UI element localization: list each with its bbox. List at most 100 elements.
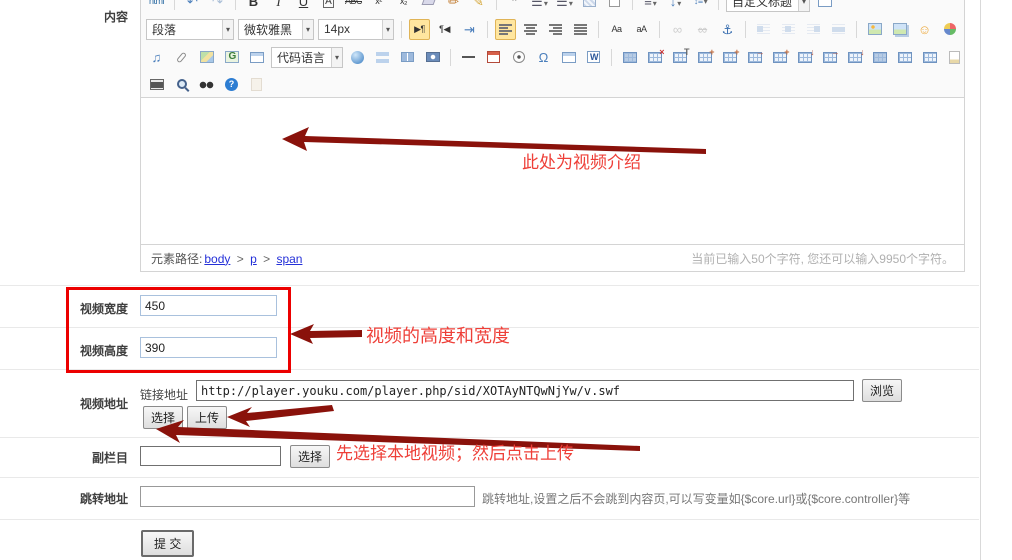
upload-video-button[interactable]: 上传 — [187, 406, 227, 429]
video-url-input[interactable] — [196, 380, 854, 401]
redirect-input[interactable] — [140, 486, 475, 507]
italic-icon-button[interactable]: I — [268, 0, 289, 12]
split-rows-icon-button[interactable] — [894, 47, 915, 68]
paragraph-align-icon-button[interactable]: ≡ — [640, 0, 661, 12]
blockquote-icon-button[interactable]: ” — [504, 0, 525, 12]
delete-column-icon-button[interactable] — [794, 47, 815, 68]
horizontal-rule-icon-button[interactable] — [458, 47, 479, 68]
google-map-icon-button[interactable] — [221, 47, 242, 68]
background-color-icon-button[interactable] — [579, 0, 600, 12]
simple-upload-icon-button[interactable] — [347, 47, 368, 68]
undo-icon-button[interactable]: ↶ — [182, 0, 203, 12]
special-char-icon-button[interactable]: Ω — [533, 47, 554, 68]
word-image-icon-button[interactable] — [583, 47, 604, 68]
video-width-input[interactable] — [140, 295, 277, 316]
select-video-button[interactable]: 选择 — [143, 406, 183, 429]
font-family-select[interactable]: 微软雅黑▾ — [238, 19, 314, 40]
delete-table-icon-button[interactable] — [644, 47, 665, 68]
select-column-button[interactable]: 选择 — [290, 445, 330, 468]
simple-upload-icon — [351, 51, 364, 64]
insert-row-icon — [723, 52, 737, 63]
sub-column-input[interactable] — [140, 446, 281, 466]
anchor-icon-button[interactable]: ⚓ — [717, 19, 738, 40]
preview-icon-button[interactable] — [171, 74, 192, 95]
dropdown-caret-icon[interactable]: ▾ — [222, 20, 233, 39]
ltr-paragraph-icon-button[interactable]: ▶¶ — [409, 19, 430, 40]
font-border-icon-button[interactable]: A — [318, 0, 339, 12]
snapshot-icon-button[interactable] — [422, 47, 443, 68]
table-caption-icon-button[interactable] — [669, 47, 690, 68]
align-left-icon-button[interactable] — [495, 19, 516, 40]
lowercase-icon-button[interactable]: aA — [631, 19, 652, 40]
path-link-span[interactable]: span — [276, 252, 302, 266]
superscript-icon-button[interactable]: x² — [368, 0, 389, 12]
fullscreen-icon-button[interactable] — [814, 0, 835, 12]
bold-icon-button[interactable]: B — [243, 0, 264, 12]
indent-icon-button[interactable]: ⇥ — [459, 19, 480, 40]
template-icon-button[interactable] — [944, 47, 964, 68]
emoticon-icon-button[interactable]: ☺ — [914, 19, 935, 40]
dropdown-caret-icon[interactable]: ▾ — [798, 0, 809, 11]
browse-button[interactable]: 浏览 — [862, 379, 902, 402]
dropdown-caret-icon[interactable]: ▾ — [331, 48, 342, 67]
split-columns-icon-button[interactable] — [919, 47, 940, 68]
source-code-icon-button[interactable]: html — [146, 0, 167, 12]
text-direction-icon-button[interactable]: ↓ — [665, 0, 686, 12]
insert-music-icon-button[interactable]: ♫ — [146, 47, 167, 68]
editor-content-area[interactable] — [141, 98, 964, 244]
unordered-list-icon-button[interactable]: ☰ — [554, 0, 575, 12]
ordered-list-icon-button[interactable]: ☰ — [529, 0, 550, 12]
dropdown-caret-icon[interactable]: ▾ — [382, 20, 393, 39]
merge-down-icon-button[interactable] — [844, 47, 865, 68]
auto-typeset-icon-button[interactable]: ✎ — [468, 0, 489, 12]
path-link-body[interactable]: body — [204, 252, 230, 266]
selection-box-icon-button[interactable] — [604, 0, 625, 12]
web-app-icon-button[interactable] — [558, 47, 579, 68]
submit-button[interactable]: 提 交 — [141, 530, 194, 557]
horizontal-rule-icon — [462, 56, 475, 58]
paragraph-select[interactable]: 段落▾ — [146, 19, 234, 40]
path-link-p[interactable]: p — [250, 252, 257, 266]
insert-row-icon-button[interactable] — [719, 47, 740, 68]
delete-row-icon-button[interactable] — [744, 47, 765, 68]
ordered-list-icon: ☰ — [531, 0, 548, 8]
insert-title-row-icon-button[interactable] — [694, 47, 715, 68]
line-height-icon-button[interactable]: ↕≡ — [690, 0, 711, 12]
insert-frame-icon-button[interactable] — [246, 47, 267, 68]
search-replace-icon-button[interactable] — [196, 74, 217, 95]
code-language-select[interactable]: 代码语言▾ — [271, 47, 343, 68]
insert-column-icon-button[interactable] — [769, 47, 790, 68]
dropdown-caret-icon[interactable]: ▾ — [302, 20, 313, 39]
uppercase-icon-button[interactable]: Aa — [606, 19, 627, 40]
align-center-icon-button[interactable] — [520, 19, 541, 40]
print-icon-button[interactable] — [146, 74, 167, 95]
rtl-paragraph-icon-button[interactable]: ¶◀ — [434, 19, 455, 40]
insert-image-icon-button[interactable] — [864, 19, 885, 40]
insert-columns-icon — [401, 52, 414, 62]
annotation-box-note: 视频的高度和宽度 — [366, 322, 510, 348]
scrawl-icon-button[interactable] — [939, 19, 960, 40]
subscript-icon-button[interactable]: x₂ — [393, 0, 414, 12]
align-justify-icon-button[interactable] — [570, 19, 591, 40]
page-break-icon-button[interactable] — [372, 47, 393, 68]
merge-cells-icon-button[interactable] — [869, 47, 890, 68]
rtl-paragraph-icon: ¶◀ — [439, 25, 450, 34]
video-height-input[interactable] — [140, 337, 277, 358]
insert-date-icon-button[interactable] — [483, 47, 504, 68]
underline-icon-button[interactable]: U — [293, 0, 314, 12]
attachment-icon-button[interactable] — [171, 47, 192, 68]
font-size-select[interactable]: 14px▾ — [318, 19, 394, 40]
multi-image-icon-button[interactable] — [889, 19, 910, 40]
redo-icon-button[interactable]: ↷ — [207, 0, 228, 12]
strikethrough-icon-button[interactable]: ABC — [343, 0, 364, 12]
remove-format-icon-button[interactable] — [418, 0, 439, 12]
custom-title-select[interactable]: 自定义标题▾ — [726, 0, 810, 12]
align-right-icon-button[interactable] — [545, 19, 566, 40]
insert-time-icon-button[interactable] — [508, 47, 529, 68]
insert-map-icon-button[interactable] — [196, 47, 217, 68]
format-painter-icon-button[interactable]: ✏ — [443, 0, 464, 12]
insert-columns-icon-button[interactable] — [397, 47, 418, 68]
merge-right-icon-button[interactable] — [819, 47, 840, 68]
insert-table-icon-button[interactable] — [619, 47, 640, 68]
help-icon-button[interactable] — [221, 74, 242, 95]
